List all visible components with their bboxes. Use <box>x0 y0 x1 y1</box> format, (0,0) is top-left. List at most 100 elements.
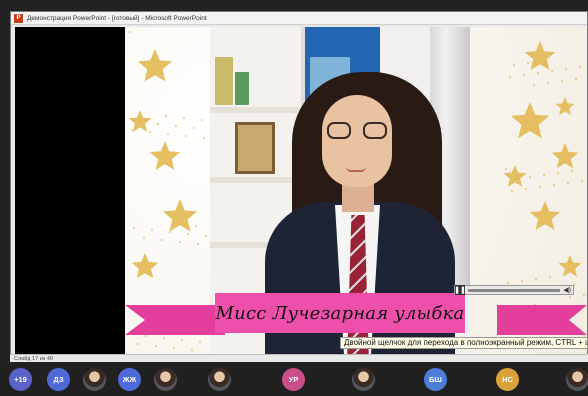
gold-star-icon <box>128 110 152 132</box>
gold-star-icon <box>524 41 556 70</box>
sparkle-dot <box>580 179 584 183</box>
gold-star-icon <box>529 201 561 230</box>
sparkle-dot <box>564 67 568 71</box>
banner-ribbon: Мисс Лучезарная улыбка <box>215 293 465 333</box>
sparkle-dot <box>132 226 136 230</box>
sparkle-dot <box>128 30 132 34</box>
gold-star-icon <box>162 199 198 232</box>
sparkle-dot <box>194 224 198 228</box>
banner-tail-left <box>125 305 225 335</box>
sparkle-dot <box>542 173 546 177</box>
gold-star-icon <box>511 102 549 139</box>
sparkle-dot <box>142 236 146 240</box>
sparkle-dot <box>548 275 552 279</box>
gold-star-icon <box>503 165 527 187</box>
sparkle-dot <box>528 175 532 179</box>
volume-icon[interactable]: ◀) <box>563 286 573 294</box>
sparkle-dot <box>148 130 152 134</box>
sparkle-dot <box>534 277 538 281</box>
participant-initials: БШ <box>429 375 442 384</box>
sparkle-dot <box>520 279 524 283</box>
sparkle-dot <box>202 136 206 140</box>
title-bar[interactable]: P Демонстрация PowerPoint - [готовый] - … <box>11 12 587 25</box>
gold-star-icon <box>131 253 159 279</box>
participant-avatar-photo[interactable] <box>566 368 588 391</box>
sparkle-dot <box>172 346 176 350</box>
sparkle-dot <box>504 167 508 171</box>
participant-avatar[interactable]: +19 <box>9 368 32 391</box>
sparkle-dot <box>552 183 556 187</box>
participant-initials: НС <box>502 375 513 384</box>
participant-avatar-photo[interactable] <box>154 368 177 391</box>
sparkle-dot <box>156 122 160 126</box>
gold-star-icon <box>558 255 582 277</box>
sparkle-dot <box>184 134 188 138</box>
sparkle-dot <box>536 71 540 75</box>
banner-tail-right <box>497 305 587 335</box>
participant-avatar[interactable]: УР <box>282 368 305 391</box>
slide-viewport[interactable]: Мисс Лучезарная улыбка ❚❚ ◀) <box>15 27 587 358</box>
sparkle-dot <box>524 187 528 191</box>
gold-star-icon <box>555 97 575 116</box>
sparkle-dot <box>200 118 204 122</box>
sparkle-dot <box>192 126 196 130</box>
slide[interactable]: Мисс Лучезарная улыбка <box>125 27 587 358</box>
sparkle-dot <box>514 177 518 181</box>
sparkle-dot <box>130 128 134 132</box>
sparkle-dot <box>160 238 164 242</box>
participant-avatar-photo[interactable] <box>208 368 231 391</box>
sparkle-dot <box>566 181 570 185</box>
sparkle-dot <box>178 240 182 244</box>
powerpoint-window: P Демонстрация PowerPoint - [готовый] - … <box>10 11 588 361</box>
sparkle-dot <box>560 79 564 83</box>
banner-title: Мисс Лучезарная улыбка <box>215 302 465 324</box>
participant-avatar-photo[interactable] <box>352 368 375 391</box>
participant-avatar-photo[interactable] <box>83 368 106 391</box>
participant-initials: +19 <box>14 375 27 384</box>
gold-star-icon <box>551 143 579 169</box>
sparkle-dot <box>512 63 516 67</box>
sparkle-dot <box>538 185 542 189</box>
sparkle-dot <box>204 234 208 238</box>
sparkle-dot <box>166 132 170 136</box>
title-banner: Мисс Лучезарная улыбка <box>125 293 587 343</box>
sparkle-dot <box>196 242 200 246</box>
sparkle-dot <box>164 114 168 118</box>
screen: P Демонстрация PowerPoint - [готовый] - … <box>0 0 588 396</box>
sparkle-dot <box>550 69 554 73</box>
sparkle-dot <box>510 189 514 193</box>
sparkle-dot <box>182 116 186 120</box>
sparkle-dot <box>186 232 190 236</box>
sparkle-dot <box>574 77 578 81</box>
sparkle-dot <box>506 281 510 285</box>
media-controls[interactable]: ❚❚ ◀) <box>454 285 574 295</box>
participant-avatar[interactable]: ЖЖ <box>118 368 141 391</box>
participant-avatar[interactable]: ДЗ <box>47 368 70 391</box>
sparkle-dot <box>138 120 142 124</box>
sparkle-dot <box>168 230 172 234</box>
window-title: Демонстрация PowerPoint - [готовый] - Mi… <box>27 14 207 22</box>
sparkle-dot <box>546 81 550 85</box>
media-progress-track[interactable] <box>468 288 561 292</box>
sparkle-dot <box>578 65 582 69</box>
sparkle-dot <box>150 228 154 232</box>
sparkle-dot <box>570 169 574 173</box>
pause-icon[interactable]: ❚❚ <box>454 285 466 295</box>
sparkle-dot <box>532 83 536 87</box>
participant-initials: ЖЖ <box>122 375 137 384</box>
photo-glasses <box>327 122 387 142</box>
gold-star-icon <box>137 49 173 82</box>
sparkle-dot <box>190 348 194 352</box>
photo-smile <box>346 167 366 172</box>
participant-avatar[interactable]: БШ <box>424 368 447 391</box>
status-bar: Слайд 17 из 40 <box>10 354 588 362</box>
fullscreen-tooltip: Двойной щелчок для перехода в полноэкран… <box>340 337 588 349</box>
sparkle-dot <box>136 342 140 346</box>
participant-avatar[interactable]: НС <box>496 368 519 391</box>
sparkle-dot <box>176 222 180 226</box>
gold-star-icon <box>149 141 181 170</box>
participant-strip: +19 ДЗ ЖЖ УР БШ НС <box>0 363 588 396</box>
sparkle-dot <box>154 344 158 348</box>
powerpoint-icon: P <box>14 13 23 23</box>
participant-initials: ДЗ <box>53 375 64 384</box>
